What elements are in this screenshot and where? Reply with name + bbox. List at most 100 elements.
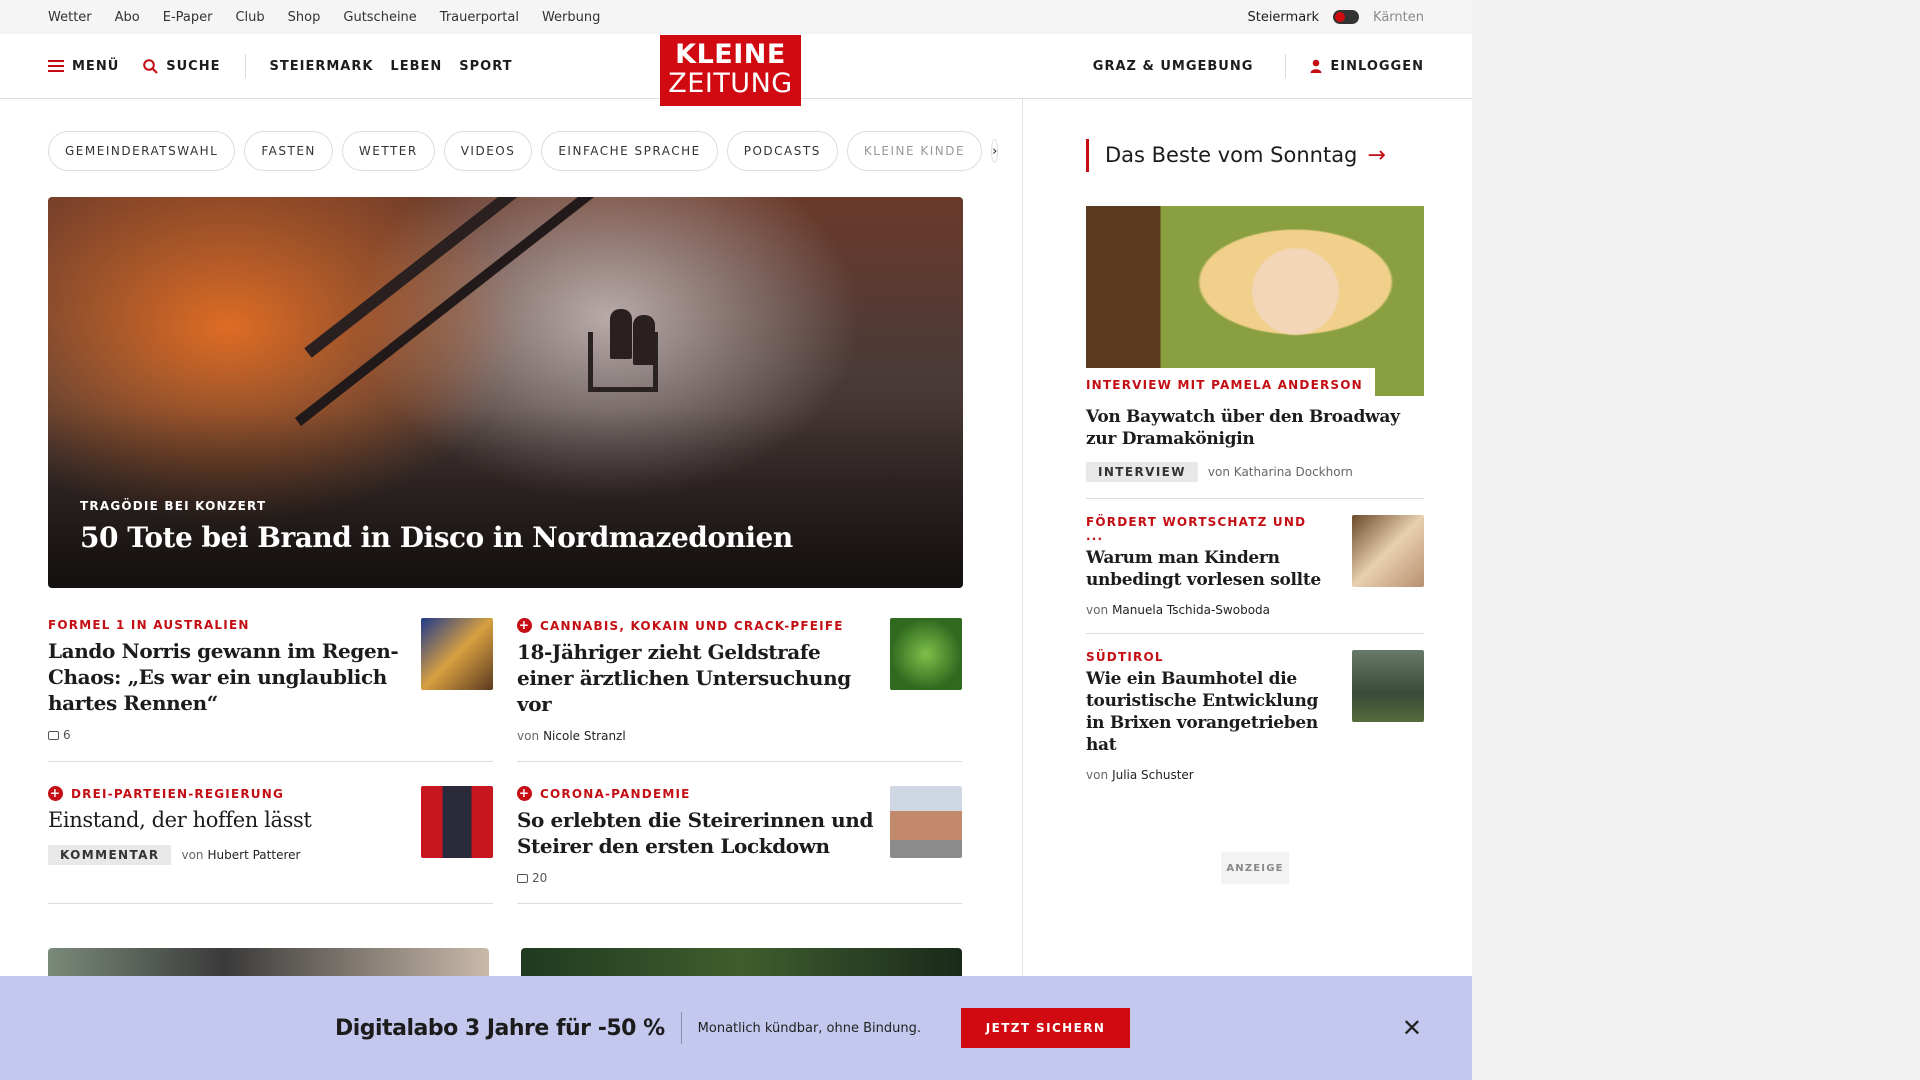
utility-link-shop[interactable]: Shop (288, 10, 321, 25)
utility-link-club[interactable]: Club (235, 10, 264, 25)
utility-link-epaper[interactable]: E-Paper (163, 10, 213, 25)
article-thumbnail[interactable] (890, 786, 962, 858)
article-kicker: SÜDTIROL (1086, 650, 1164, 664)
logo-line-2: ZEITUNG (668, 68, 793, 99)
article-meta: KOMMENTAR von Hubert Patterer (48, 845, 408, 865)
logo-line-1: KLEINE (675, 39, 786, 70)
site-logo[interactable]: KLEINE ZEITUNG (660, 35, 801, 106)
user-icon (1310, 59, 1322, 73)
featured-title[interactable]: Von Baywatch über den Broadway zur Drama… (1086, 406, 1424, 450)
author-name[interactable]: Hubert Patterer (208, 848, 301, 862)
search-label: SUCHE (166, 58, 221, 74)
article-type-badge: KOMMENTAR (48, 845, 172, 865)
article-thumbnail[interactable] (1352, 515, 1424, 587)
article-card[interactable]: FORMEL 1 IN AUSTRALIEN Lando Norris gewa… (48, 618, 493, 762)
nav-steiermark[interactable]: STEIERMARK (270, 59, 374, 74)
article-card[interactable]: + CANNABIS, KOKAIN UND CRACK-PFEIFE 18-J… (517, 618, 962, 762)
nav-sport[interactable]: SPORT (459, 59, 512, 74)
author-name[interactable]: Manuela Tschida-Swoboda (1112, 603, 1270, 617)
featured-kicker: INTERVIEW MIT PAMELA ANDERSON (1086, 368, 1375, 396)
comment-icon (48, 730, 59, 740)
sidebar-heading[interactable]: Das Beste vom Sonntag → (1086, 139, 1424, 172)
article-title[interactable]: Lando Norris gewann im Regen-Chaos: „Es … (48, 638, 408, 716)
utility-link-werbung[interactable]: Werbung (542, 10, 600, 25)
article-title[interactable]: Wie ein Baumhotel die touristische Entwi… (1086, 668, 1326, 756)
promo-divider (680, 1012, 682, 1044)
topic-chips: GEMEINDERATSWAHL FASTEN WETTER VIDEOS EI… (48, 131, 999, 171)
utility-bar: Wetter Abo E-Paper Club Shop Gutscheine … (0, 0, 1472, 34)
subscription-banner: Digitalabo 3 Jahre für -50 % Monatlich k… (0, 976, 1472, 1080)
utility-link-gutscheine[interactable]: Gutscheine (343, 10, 416, 25)
article-meta: von Julia Schuster (1086, 768, 1326, 782)
comment-count[interactable]: 6 (48, 728, 71, 742)
promo-cta-button[interactable]: JETZT SICHERN (961, 1008, 1131, 1048)
author-name[interactable]: Julia Schuster (1112, 768, 1194, 782)
utility-link-trauerportal[interactable]: Trauerportal (440, 10, 519, 25)
article-thumbnail[interactable] (421, 618, 493, 690)
sidebar: Das Beste vom Sonntag → INTERVIEW MIT PA… (1086, 99, 1424, 884)
author-name[interactable]: Nicole Stranzl (543, 729, 626, 743)
hero-title[interactable]: 50 Tote bei Brand in Disco in Nordmazedo… (80, 521, 793, 554)
chip-wetter[interactable]: WETTER (341, 131, 435, 171)
comment-count-value: 6 (63, 728, 71, 742)
byline-prefix: von (1086, 603, 1109, 617)
utility-link-wetter[interactable]: Wetter (48, 10, 92, 25)
featured-meta: INTERVIEW von Katharina Dockhorn (1086, 462, 1424, 482)
article-title[interactable]: Warum man Kindern unbedingt vorlesen sol… (1086, 547, 1326, 591)
hero-image-ladder-2 (294, 197, 601, 426)
article-title[interactable]: So erlebten die Steirerinnen und Steirer… (517, 807, 877, 859)
chip-podcasts[interactable]: PODCASTS (726, 131, 838, 171)
region-toggle[interactable] (1333, 10, 1360, 24)
menu-button[interactable]: MENÜ (48, 59, 119, 74)
article-kicker: CANNABIS, KOKAIN UND CRACK-PFEIFE (540, 618, 844, 633)
byline-prefix: von (1086, 768, 1109, 782)
main-column: GEMEINDERATSWAHL FASTEN WETTER VIDEOS EI… (48, 99, 999, 928)
chevron-right-icon[interactable]: › (991, 139, 999, 163)
article-kicker-premium: + DREI-PARTEIEN-REGIERUNG (48, 786, 408, 801)
comment-count[interactable]: 20 (517, 871, 547, 885)
hero-kicker: TRAGÖDIE BEI KONZERT (80, 499, 267, 513)
close-icon[interactable]: ✕ (1402, 1014, 1422, 1042)
plus-icon: + (48, 786, 63, 801)
article-card[interactable]: + DREI-PARTEIEN-REGIERUNG Einstand, der … (48, 786, 493, 904)
byline-prefix: von (181, 848, 204, 862)
hero-image-firefighter (610, 309, 632, 359)
chip-fasten[interactable]: FASTEN (244, 131, 333, 171)
chip-einfache-sprache[interactable]: EINFACHE SPRACHE (541, 131, 718, 171)
region-switch: Steiermark Kärnten (1247, 10, 1424, 25)
article-meta: 20 (517, 871, 877, 885)
featured-image[interactable]: INTERVIEW MIT PAMELA ANDERSON (1086, 206, 1424, 396)
article-title[interactable]: Einstand, der hoffen lässt (48, 807, 408, 833)
hero-article[interactable]: TRAGÖDIE BEI KONZERT 50 Tote bei Brand i… (48, 197, 963, 588)
sidebar-article[interactable]: FÖRDERT WORTSCHATZ UND ... Warum man Kin… (1086, 498, 1424, 617)
login-button[interactable]: EINLOGGEN (1310, 59, 1424, 74)
article-meta: von Nicole Stranzl (517, 729, 877, 743)
header-right: GRAZ & UMGEBUNG EINLOGGEN (1093, 54, 1424, 78)
article-thumbnail[interactable] (890, 618, 962, 690)
search-button[interactable]: SUCHE (143, 59, 220, 74)
comment-count-value: 20 (532, 871, 548, 885)
article-thumbnail[interactable] (421, 786, 493, 858)
article-thumbnail[interactable] (1352, 650, 1424, 722)
hero-image-shade (48, 408, 963, 588)
chip-kleine-kinder[interactable]: KLEINE KINDE (846, 131, 983, 171)
nav-graz-umgebung[interactable]: GRAZ & UMGEBUNG (1093, 59, 1254, 74)
utility-link-abo[interactable]: Abo (115, 10, 140, 25)
article-kicker: CORONA-PANDEMIE (540, 786, 691, 801)
chip-gemeinderatswahl[interactable]: GEMEINDERATSWAHL (48, 131, 236, 171)
region-active[interactable]: Steiermark (1247, 10, 1319, 25)
header-divider (244, 54, 246, 78)
article-title[interactable]: 18-Jähriger zieht Geldstrafe einer ärztl… (517, 639, 877, 717)
plus-icon: + (517, 786, 532, 801)
region-inactive[interactable]: Kärnten (1373, 10, 1424, 25)
menu-label: MENÜ (72, 58, 120, 74)
nav-leben[interactable]: LEBEN (390, 59, 442, 74)
hero-image-firefighter-2 (633, 315, 655, 365)
hamburger-icon (48, 60, 64, 72)
article-card[interactable]: + CORONA-PANDEMIE So erlebten die Steire… (517, 786, 962, 904)
article-grid: FORMEL 1 IN AUSTRALIEN Lando Norris gewa… (48, 618, 963, 928)
chip-videos[interactable]: VIDEOS (443, 131, 533, 171)
sidebar-article[interactable]: SÜDTIROL Wie ein Baumhotel die touristis… (1086, 633, 1424, 782)
article-kicker: FÖRDERT WORTSCHATZ UND ... (1086, 515, 1307, 543)
arrow-right-icon: → (1367, 143, 1386, 168)
